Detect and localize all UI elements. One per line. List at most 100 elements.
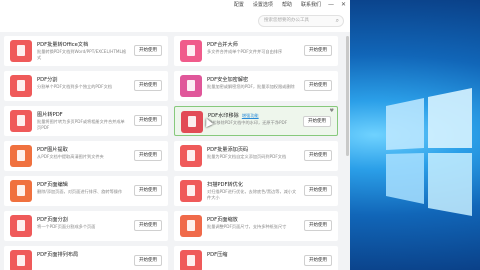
tool-title-text: PDF页面分割 [37,217,68,223]
tool-description: 分割单个PDF文档到多个独立的PDF文档 [37,84,112,89]
pdf-page-edit-icon [10,180,32,202]
tool-title: PDF合并大师 [207,41,238,48]
pdf-page-scale-icon [180,215,202,237]
tool-title-text: PDF批量转Office文档 [37,42,89,48]
tool-title: PDF分割 [37,76,57,83]
tool-description: 批量加密或解密您的PDF，批量添加权限或删除 [207,84,295,89]
start-button[interactable]: 开始使用 [304,220,332,231]
search-icon[interactable]: ⌕ [336,16,339,26]
scan-pdf-optimize-icon [180,180,202,202]
tool-card[interactable]: PDF页面缩放 批量调整PDF页面尺寸，支持多种纸张尺寸 开始使用 [174,211,338,241]
tool-card[interactable]: PDF页面排列布局开始使用 [4,246,168,270]
tool-title: PDF页面缩放 [207,216,238,223]
tool-description [207,259,297,270]
pdf-split-icon [10,75,32,97]
tool-card[interactable]: PDF安全加密解密 批量加密或解密您的PDF，批量添加权限或删除 开始使用 [174,71,338,101]
pdf-compress-icon [180,250,202,270]
tool-title-text: PDF页面排列布局 [37,252,79,258]
tool-title-text: PDF页面编辑 [37,182,68,188]
search-input[interactable]: 搜索您想要的办公工具 ⌕ [258,15,344,27]
tool-title: PDF图片提取 [37,146,68,153]
tool-card[interactable]: 扫描PDF转优化 对扫描PDF进行优化，去除底色/黑边等，减小文件大小 开始使用 [174,176,338,206]
tool-card[interactable]: PDF图片提取 从PDF文档中提取高清图片到文件夹 开始使用 [4,141,168,171]
tool-title: PDF安全加密解密 [207,76,248,83]
pdf-page-split-icon [10,215,32,237]
tool-title: PDF页面编辑 [37,181,68,188]
pdf-toolbox-window: 配置 设置选项 帮助 联系我们 — ✕ 搜索您想要的办公工具 ⌕ PDF批量转O… [0,0,350,270]
tool-title: PDF水印移除 增强功能 [208,112,259,119]
start-button[interactable]: 开始使用 [303,116,331,127]
tool-description [37,259,127,270]
start-button[interactable]: 开始使用 [134,45,162,56]
search-placeholder: 搜索您想要的办公工具 [264,18,309,23]
tool-description: 多文件合并成单个PDF文件并可自由排序 [207,49,283,54]
tool-card[interactable]: PDF页面编辑 删除/添加页面，对页面进行排序、旋转等操作 开始使用 [4,176,168,206]
start-button[interactable]: 开始使用 [134,255,162,266]
tool-description: 轻松移除PDF文档中的水印，还原干净PDF [208,120,288,125]
image-to-pdf-icon [10,110,32,132]
pdf-image-extract-icon [10,145,32,167]
tool-title-text: 图片转PDF [37,112,63,118]
tool-title: PDF压缩 [207,251,227,258]
start-button[interactable]: 开始使用 [304,150,332,161]
tool-description: 批量调整PDF页面尺寸，支持多种纸张尺寸 [207,224,287,229]
title-bar: 配置 设置选项 帮助 联系我们 — ✕ [0,0,350,10]
start-button[interactable]: 开始使用 [304,255,332,266]
tool-title-text: PDF压缩 [207,252,228,258]
minimize-icon[interactable]: — [328,0,334,10]
menu-settings[interactable]: 设置选项 [253,0,273,10]
search-row: 搜索您想要的办公工具 ⌕ [0,10,350,32]
start-button[interactable]: 开始使用 [304,80,332,91]
tool-card[interactable]: PDF批量转Office文档 批量转换PDF文档到Word/PPT/EXCEL/H… [4,36,168,66]
menu-contact[interactable]: 联系我们 [301,0,321,10]
close-icon[interactable]: ✕ [341,0,346,10]
feature-tag-link[interactable]: 增强功能 [242,113,259,118]
pdf-encrypt-icon [180,75,202,97]
tool-title-text: PDF安全加密解密 [207,77,249,83]
tool-title: PDF页面排列布局 [37,251,78,258]
pdf-page-number-icon [180,145,202,167]
tool-title: PDF批量添加页码 [207,146,248,153]
tool-title-text: PDF图片提取 [37,147,68,153]
scrollbar[interactable] [346,36,349,156]
tool-description: 批量将图片转为多页PDF或将相册文件合并成单页PDF [37,119,125,130]
tool-description: 批量转换PDF文档到Word/PPT/EXCEL/HTML格式 [37,49,127,60]
favorite-icon[interactable]: ♥ [330,108,334,114]
tool-card[interactable]: PDF页面分割 将一个PDF页面分割成多个页面 开始使用 [4,211,168,241]
tool-title: 扫描PDF转优化 [207,181,243,188]
tool-description: 从PDF文档中提取高清图片到文件夹 [37,154,104,159]
start-button[interactable]: 开始使用 [134,115,162,126]
pdf-merge-icon [180,40,202,62]
pdf-to-office-icon [10,40,32,62]
tool-title-text: 扫描PDF转优化 [207,182,244,188]
watermark-remove-icon [181,111,203,133]
tool-card[interactable]: PDF水印移除 增强功能 轻松移除PDF文档中的水印，还原干净PDF 开始使用 ♥ [174,106,338,136]
tool-title-text: PDF分割 [37,77,58,83]
tool-title-text: PDF水印移除 [208,113,239,119]
tool-card[interactable]: PDF合并大师 多文件合并成单个PDF文件并可自由排序 开始使用 [174,36,338,66]
pdf-layout-icon [10,250,32,270]
tool-description: 将一个PDF页面分割成多个页面 [37,224,96,229]
tool-card[interactable]: 图片转PDF 批量将图片转为多页PDF或将相册文件合并成单页PDF 开始使用 [4,106,168,136]
tool-description: 批量为PDF文档自定义添加页码到PDF文档 [207,154,287,159]
tool-card[interactable]: PDF压缩开始使用 [174,246,338,270]
tool-card[interactable]: PDF分割 分割单个PDF文档到多个独立的PDF文档 开始使用 [4,71,168,101]
start-button[interactable]: 开始使用 [134,185,162,196]
start-button[interactable]: 开始使用 [134,220,162,231]
tool-title: PDF页面分割 [37,216,68,223]
start-button[interactable]: 开始使用 [134,150,162,161]
start-button[interactable]: 开始使用 [304,45,332,56]
tool-title-text: PDF合并大师 [207,42,238,48]
menu-help[interactable]: 帮助 [282,0,292,10]
tool-title: 图片转PDF [37,111,63,118]
start-button[interactable]: 开始使用 [134,80,162,91]
tool-title-text: PDF页面缩放 [207,217,238,223]
tool-card[interactable]: PDF批量添加页码 批量为PDF文档自定义添加页码到PDF文档 开始使用 [174,141,338,171]
menu-config[interactable]: 配置 [234,0,244,10]
windows-logo-icon [386,88,472,216]
start-button[interactable]: 开始使用 [304,185,332,196]
tool-title: PDF批量转Office文档 [37,41,88,48]
tool-description: 删除/添加页面，对页面进行排序、旋转等操作 [37,189,123,194]
tool-title-text: PDF批量添加页码 [207,147,249,153]
tool-description: 对扫描PDF进行优化，去除底色/黑边等，减小文件大小 [207,189,297,200]
